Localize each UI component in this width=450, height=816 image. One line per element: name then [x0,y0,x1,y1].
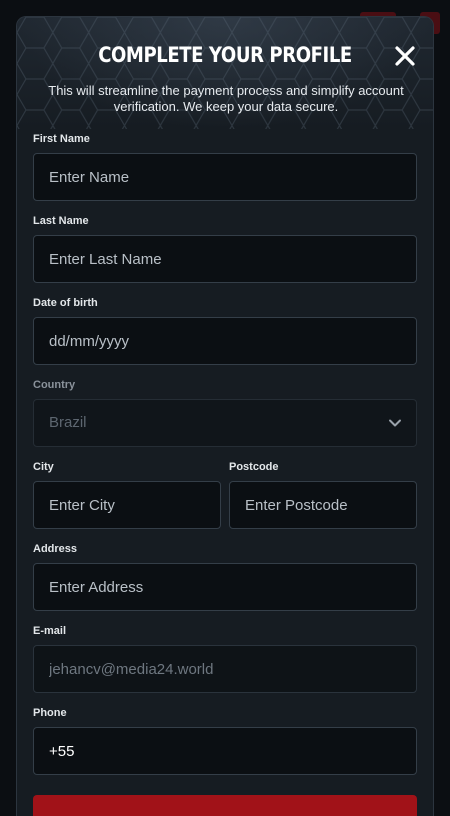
close-button[interactable] [392,43,418,69]
modal-subtitle: This will streamline the payment process… [48,83,404,114]
first-name-field[interactable] [33,153,417,201]
country-label: Country [33,379,76,391]
email-field[interactable] [33,645,417,693]
city-label: City [33,461,54,473]
address-field[interactable] [33,563,417,611]
submit-button[interactable] [33,795,417,816]
phone-field[interactable] [33,727,417,775]
last-name-field[interactable] [33,235,417,283]
modal-title: COMPLETE YOUR PROFILE [98,43,352,67]
dob-field[interactable] [33,317,417,365]
email-label: E-mail [33,625,67,637]
country-value: Brazil [33,399,417,447]
postcode-field[interactable] [229,481,417,529]
address-label: Address [33,543,78,555]
city-field[interactable] [33,481,221,529]
postcode-label: Postcode [229,461,279,473]
first-name-label: First Name [33,133,90,145]
phone-label: Phone [33,707,67,719]
chevron-down-icon [389,419,401,427]
close-icon [395,46,415,66]
profile-modal: COMPLETE YOUR PROFILE This will streamli… [16,16,434,816]
last-name-label: Last Name [33,215,89,227]
dob-label: Date of birth [33,297,98,309]
country-select[interactable]: Brazil [33,399,417,447]
